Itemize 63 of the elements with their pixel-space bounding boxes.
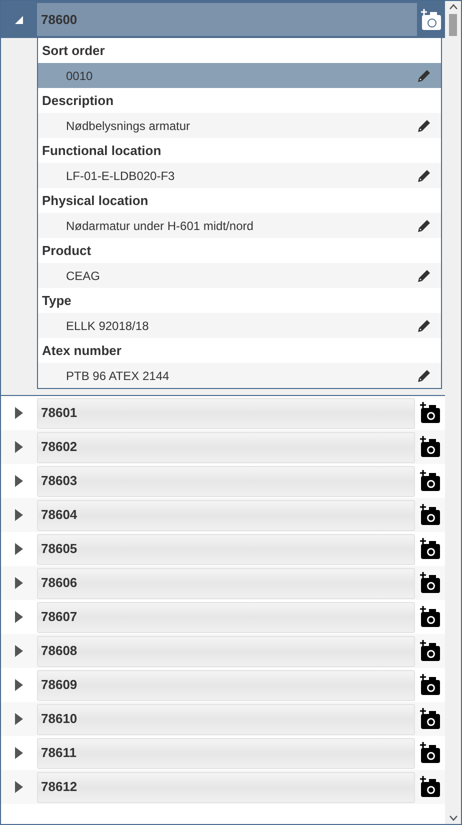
item-title-bar[interactable]: 78605 <box>37 534 415 564</box>
item-title-bar[interactable]: 78610 <box>37 704 415 734</box>
edit-pencil-icon[interactable] <box>417 368 431 382</box>
add-photo-icon[interactable] <box>419 708 441 730</box>
field-label: Product <box>41 242 92 260</box>
item-title-bar[interactable]: 78606 <box>37 568 415 598</box>
item-title-bar[interactable]: 78612 <box>37 772 415 802</box>
item-title-bar[interactable]: 78611 <box>37 738 415 768</box>
field-value-row[interactable]: LF-01-E-LDB020-F3 <box>38 163 441 188</box>
add-photo-icon[interactable] <box>419 776 441 798</box>
scrollbar-thumb[interactable] <box>449 14 457 36</box>
item-title-bar[interactable]: 78609 <box>37 670 415 700</box>
field-value-row[interactable]: PTB 96 ATEX 2144 <box>38 363 441 388</box>
edit-pencil-icon[interactable] <box>417 168 431 182</box>
add-photo-icon[interactable] <box>419 436 441 458</box>
item-title-bar[interactable]: 78601 <box>37 398 415 428</box>
expand-triangle-icon[interactable] <box>15 407 23 419</box>
expand-triangle-icon[interactable] <box>15 441 23 453</box>
expand-triangle-icon[interactable] <box>15 611 23 623</box>
item-title-bar[interactable]: 78607 <box>37 602 415 632</box>
add-photo-icon[interactable] <box>419 572 441 594</box>
expand-triangle-icon[interactable] <box>15 645 23 657</box>
add-photo-icon[interactable] <box>419 402 441 424</box>
add-photo-icon[interactable] <box>419 640 441 662</box>
edit-pencil-icon[interactable] <box>417 118 431 132</box>
add-photo-icon[interactable] <box>419 504 441 526</box>
item-title-bar[interactable]: 78602 <box>37 432 415 462</box>
field-label: Functional location <box>41 142 162 160</box>
edit-pencil-icon[interactable] <box>417 68 431 82</box>
expand-triangle-icon[interactable] <box>15 747 23 759</box>
expand-triangle-icon[interactable] <box>15 781 23 793</box>
field-label: Sort order <box>41 42 106 60</box>
item-title-bar[interactable]: 78604 <box>37 500 415 530</box>
scroll-up-icon[interactable] <box>448 4 458 10</box>
edit-pencil-icon[interactable] <box>417 218 431 232</box>
field-value-row[interactable]: CEAG <box>38 263 441 288</box>
item-title-bar[interactable]: 78600 <box>37 3 417 36</box>
expand-triangle-icon[interactable] <box>15 509 23 521</box>
add-photo-icon[interactable] <box>419 742 441 764</box>
field-label: Physical location <box>41 192 150 210</box>
edit-pencil-icon[interactable] <box>417 318 431 332</box>
collapse-triangle-icon[interactable] <box>14 14 24 24</box>
field-label: Description <box>41 92 115 110</box>
expand-triangle-icon[interactable] <box>15 543 23 555</box>
edit-pencil-icon[interactable] <box>417 268 431 282</box>
field-value-row[interactable]: 0010 <box>38 63 441 88</box>
field-value-row[interactable]: ELLK 92018/18 <box>38 313 441 338</box>
expand-triangle-icon[interactable] <box>15 577 23 589</box>
expand-triangle-icon[interactable] <box>15 713 23 725</box>
add-photo-icon[interactable] <box>419 606 441 628</box>
item-title-bar[interactable]: 78603 <box>37 466 415 496</box>
scroll-down-icon[interactable] <box>448 815 458 821</box>
field-label: Type <box>41 292 72 310</box>
field-value-row[interactable]: Nødarmatur under H-601 midt/nord <box>38 213 441 238</box>
field-value-row[interactable]: Nødbelysnings armatur <box>38 113 441 138</box>
add-photo-icon[interactable] <box>419 538 441 560</box>
scrollbar[interactable] <box>445 1 461 824</box>
item-title-bar[interactable]: 78608 <box>37 636 415 666</box>
field-label: Atex number <box>41 342 122 360</box>
add-photo-icon[interactable] <box>419 674 441 696</box>
expand-triangle-icon[interactable] <box>15 679 23 691</box>
expand-triangle-icon[interactable] <box>15 475 23 487</box>
add-photo-icon[interactable] <box>419 470 441 492</box>
